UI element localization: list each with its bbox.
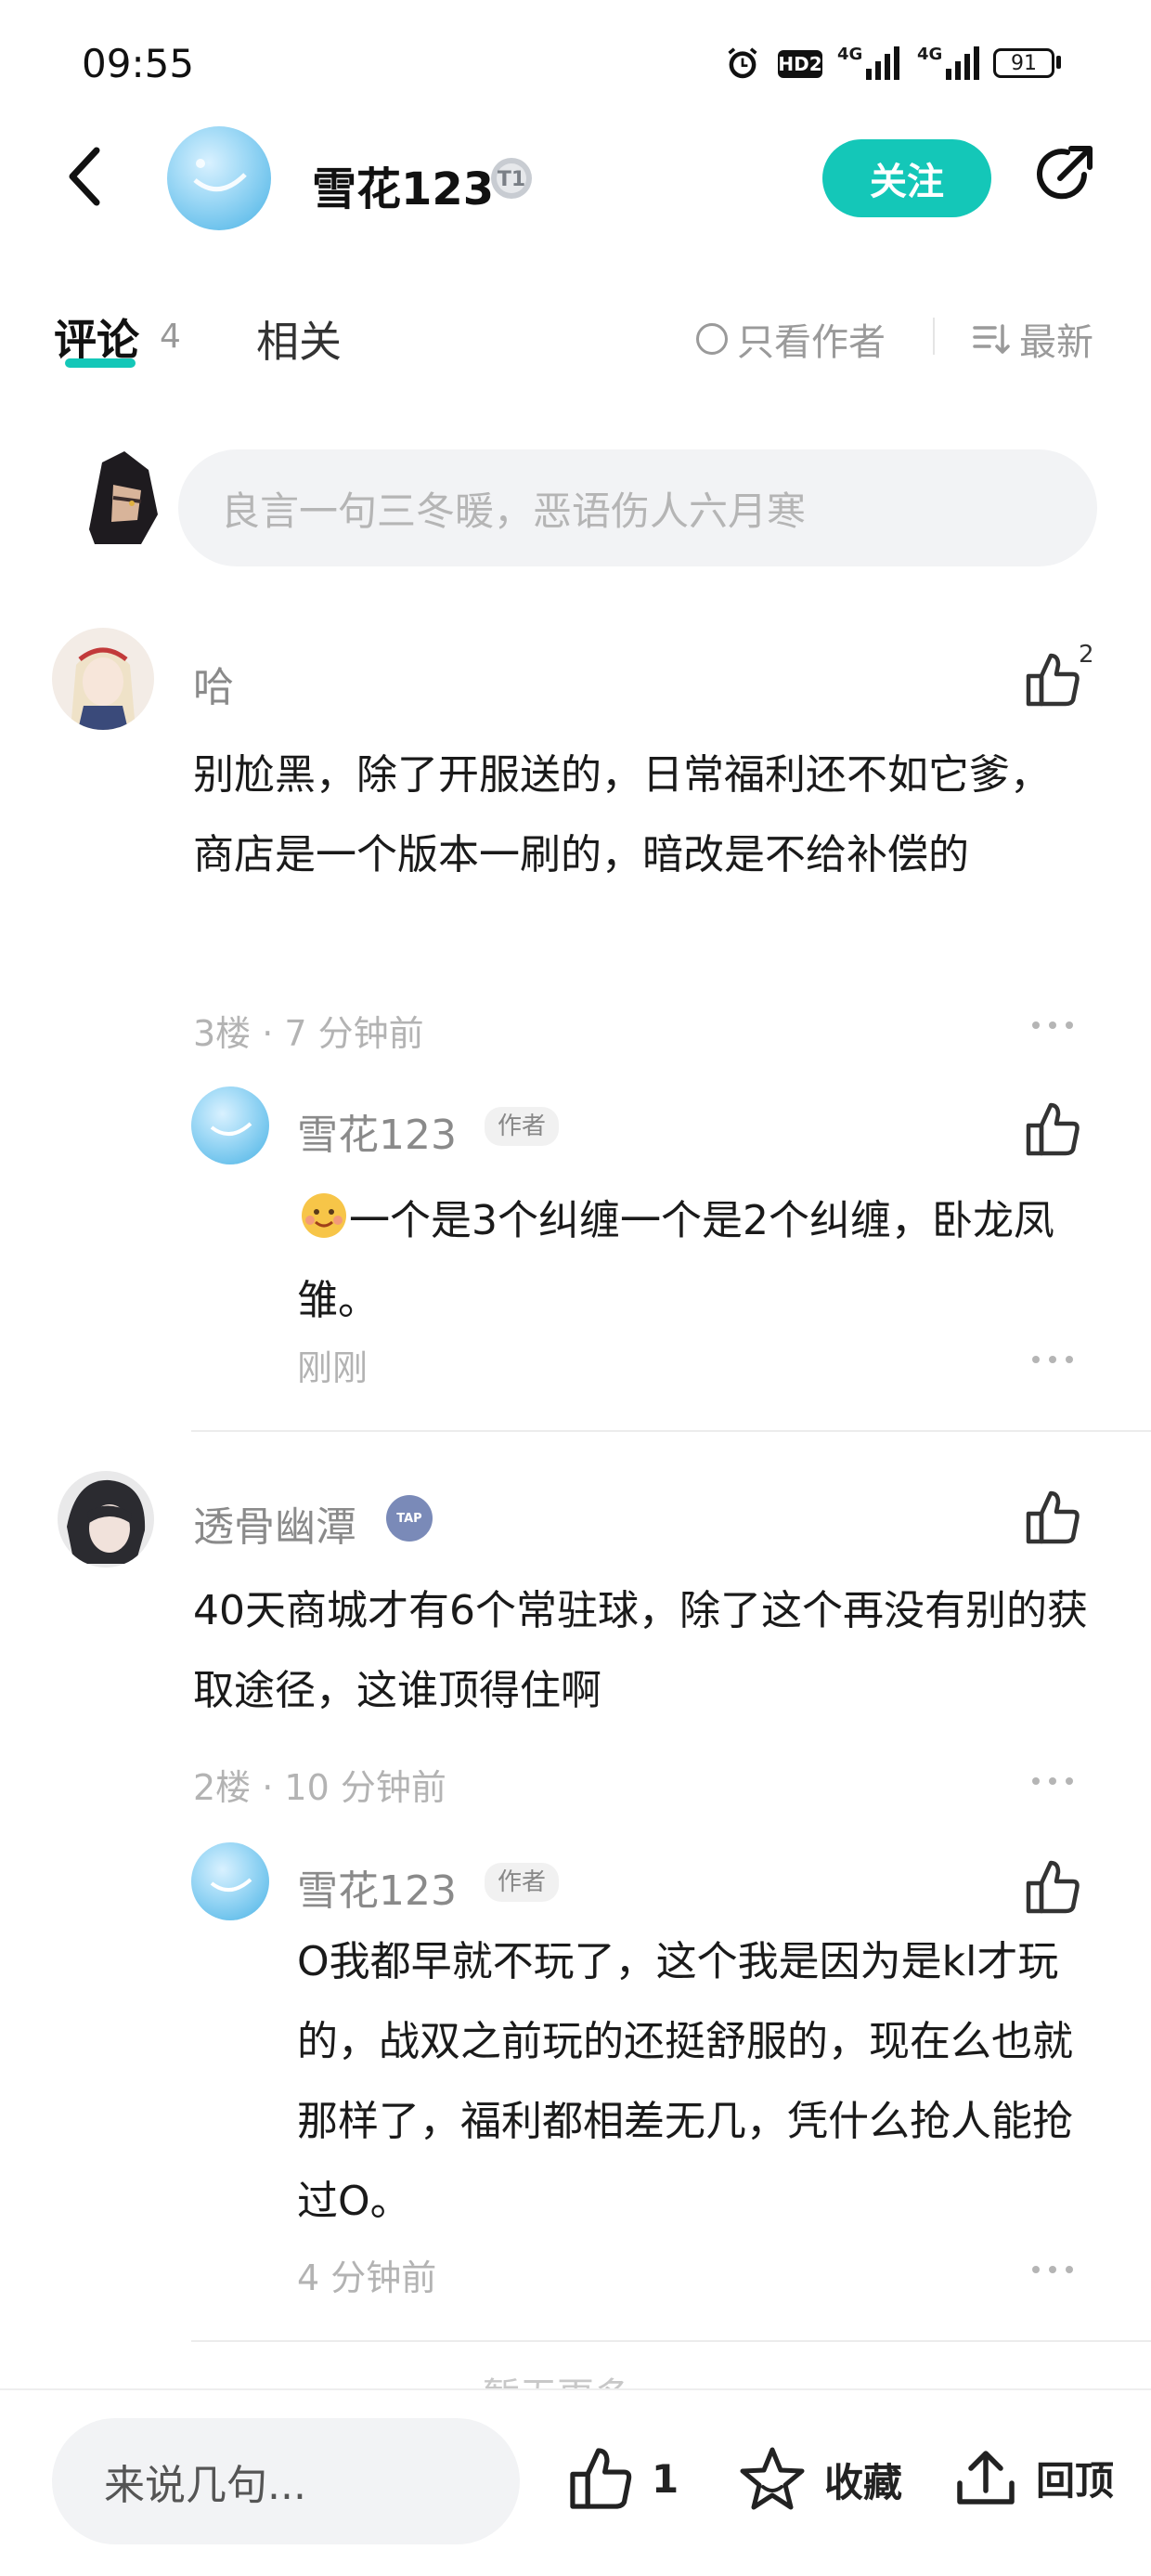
more-options-icon[interactable] bbox=[1032, 1020, 1073, 1031]
signal-1-icon: 4G bbox=[837, 45, 900, 80]
only-author-label: 只看作者 bbox=[737, 321, 886, 364]
favorite-button[interactable]: 收藏 bbox=[737, 2444, 902, 2515]
reply-meta: 刚刚 bbox=[297, 1347, 369, 1388]
reply-text: 一个是3个纠缠一个是2个纠缠，卧龙凤雏。 bbox=[297, 1197, 1054, 1324]
more-options-icon[interactable] bbox=[1032, 1776, 1073, 1787]
reply-avatar[interactable] bbox=[191, 1086, 269, 1164]
divider bbox=[191, 2340, 1151, 2342]
header-avatar[interactable] bbox=[167, 126, 271, 230]
divider bbox=[191, 1430, 1151, 1432]
comment-meta: 3楼 · 7 分钟前 bbox=[193, 1013, 424, 1054]
like-count: 2 bbox=[1079, 641, 1094, 669]
comment-input[interactable]: 良言一句三冬暖，恶语伤人六月寒 bbox=[178, 449, 1097, 566]
user-avatar[interactable] bbox=[52, 628, 154, 730]
only-author-toggle[interactable]: 只看作者 bbox=[696, 312, 886, 366]
alarm-icon bbox=[728, 47, 757, 79]
like-icon[interactable] bbox=[1023, 1488, 1082, 1547]
header-username[interactable]: 雪花123 bbox=[312, 152, 494, 217]
comment-username[interactable]: 哈 bbox=[193, 654, 234, 713]
back-to-top-button[interactable]: 回顶 bbox=[952, 2444, 1114, 2511]
active-tab-indicator bbox=[65, 358, 136, 368]
like-icon[interactable] bbox=[1023, 1857, 1082, 1917]
like-icon[interactable] bbox=[1023, 1099, 1082, 1159]
back-arrow-icon[interactable] bbox=[58, 139, 113, 214]
battery-tip bbox=[1056, 56, 1061, 69]
radio-circle-icon bbox=[696, 323, 728, 355]
level-badge-icon: T1 bbox=[489, 156, 534, 201]
emoji-icon bbox=[302, 1193, 346, 1238]
sort-label: 最新 bbox=[1019, 321, 1093, 364]
svg-text:T1: T1 bbox=[498, 168, 525, 191]
share-icon[interactable] bbox=[1028, 139, 1099, 210]
bottom-like-count: 1 bbox=[652, 2455, 679, 2502]
reply-username[interactable]: 雪花123 bbox=[297, 1101, 457, 1161]
tab-related[interactable]: 相关 bbox=[256, 308, 342, 370]
upload-icon bbox=[957, 2451, 1015, 2504]
star-icon bbox=[740, 2447, 805, 2510]
bottom-comment-input[interactable]: 来说几句... bbox=[52, 2418, 520, 2544]
tab-comments-count: 4 bbox=[160, 318, 181, 356]
comment-text: 40天商城才有6个常驻球，除了这个再没有别的获取途径，这谁顶得住啊 bbox=[193, 1587, 1088, 1714]
reply-text: O我都早就不玩了，这个我是因为是kl才玩的，战双之前玩的还挺舒服的，现在么也就那… bbox=[297, 1938, 1073, 2225]
reply-avatar[interactable] bbox=[191, 1842, 269, 1920]
tap-badge-icon: TAP bbox=[386, 1495, 433, 1542]
user-avatar[interactable] bbox=[58, 1471, 154, 1568]
status-time: 09:55 bbox=[82, 41, 195, 86]
signal-2-icon: 4G bbox=[917, 45, 980, 80]
comment-username[interactable]: 透骨幽潭 bbox=[193, 1493, 356, 1553]
my-avatar[interactable] bbox=[76, 448, 163, 552]
author-tag: 作者 bbox=[485, 1863, 560, 1902]
comment-text: 别尬黑，除了开服送的，日常福利还不如它爹，商店是一个版本一刷的，暗改是不给补偿的 bbox=[193, 751, 1051, 878]
reply-body: 一个是3个纠缠一个是2个纠缠，卧龙凤雏。 bbox=[297, 1181, 1095, 1341]
reply-meta: 4 分钟前 bbox=[297, 2257, 437, 2298]
follow-button[interactable]: 关注 bbox=[822, 139, 991, 217]
more-options-icon[interactable] bbox=[1032, 1354, 1073, 1365]
comment-meta: 2楼 · 10 分钟前 bbox=[193, 1767, 446, 1808]
author-tag: 作者 bbox=[485, 1107, 560, 1146]
sort-icon bbox=[973, 324, 1010, 354]
hd-badge-icon: HD2 bbox=[778, 50, 822, 78]
like-icon bbox=[570, 2448, 632, 2509]
more-options-icon[interactable] bbox=[1032, 2264, 1073, 2275]
no-more-hint: 暂无更多 bbox=[483, 2366, 631, 2388]
back-to-top-label: 回顶 bbox=[1036, 2457, 1115, 2504]
battery-icon: 91 bbox=[993, 48, 1054, 78]
filter-divider bbox=[933, 318, 935, 355]
favorite-label: 收藏 bbox=[824, 2459, 903, 2505]
sort-newest-button[interactable]: 最新 bbox=[973, 312, 1093, 366]
like-icon[interactable] bbox=[1023, 650, 1082, 709]
reply-username[interactable]: 雪花123 bbox=[297, 1857, 457, 1917]
bottom-like-button[interactable]: 1 bbox=[566, 2444, 679, 2513]
